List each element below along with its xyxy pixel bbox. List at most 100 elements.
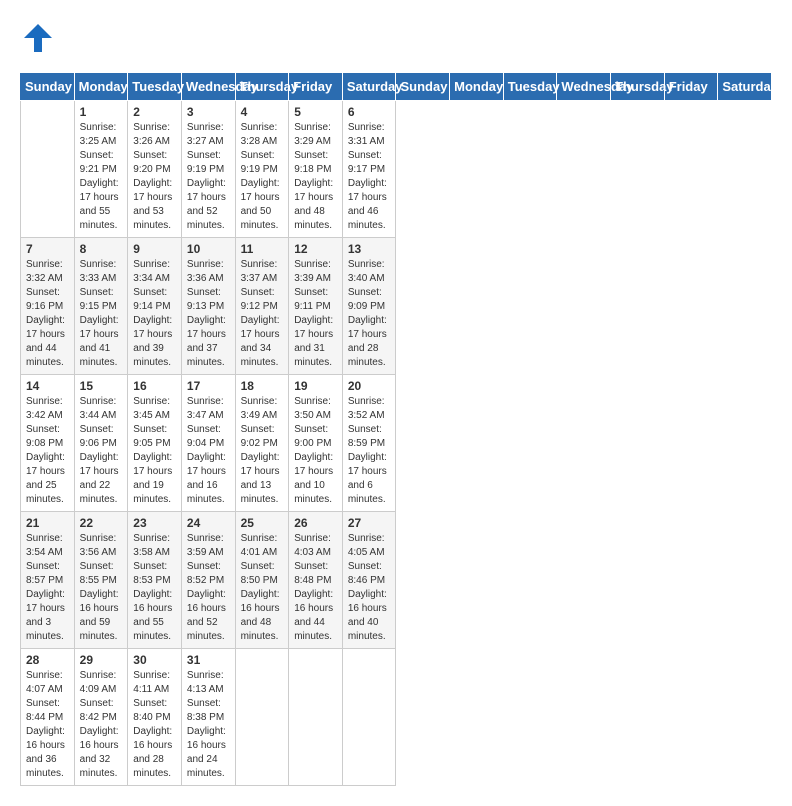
day-number: 12 — [294, 242, 337, 256]
day-number: 4 — [241, 105, 284, 119]
day-info: Sunrise: 3:44 AM Sunset: 9:06 PM Dayligh… — [80, 395, 123, 507]
calendar-cell: 31 Sunrise: 4:13 AM Sunset: 8:38 PM Dayli… — [181, 649, 235, 786]
day-number: 29 — [80, 653, 123, 667]
calendar-cell: 13 Sunrise: 3:40 AM Sunset: 9:09 PM Dayli… — [342, 238, 396, 375]
calendar-cell: 15 Sunrise: 3:44 AM Sunset: 9:06 PM Dayli… — [74, 375, 128, 512]
logo — [20, 20, 62, 56]
calendar-cell: 4 Sunrise: 3:28 AM Sunset: 9:19 PM Daylig… — [235, 101, 289, 238]
day-info: Sunrise: 3:27 AM Sunset: 9:19 PM Dayligh… — [187, 121, 230, 233]
day-info: Sunrise: 3:42 AM Sunset: 9:08 PM Dayligh… — [26, 395, 69, 507]
calendar-cell: 28 Sunrise: 4:07 AM Sunset: 8:44 PM Dayli… — [21, 649, 75, 786]
calendar-cell: 8 Sunrise: 3:33 AM Sunset: 9:15 PM Daylig… — [74, 238, 128, 375]
day-info: Sunrise: 3:49 AM Sunset: 9:02 PM Dayligh… — [241, 395, 284, 507]
day-info: Sunrise: 3:34 AM Sunset: 9:14 PM Dayligh… — [133, 258, 176, 370]
calendar-day-header: Sunday — [21, 73, 75, 101]
day-number: 1 — [80, 105, 123, 119]
calendar-cell — [235, 649, 289, 786]
calendar-day-header: Wednesday — [557, 73, 611, 101]
day-number: 6 — [348, 105, 391, 119]
day-info: Sunrise: 3:47 AM Sunset: 9:04 PM Dayligh… — [187, 395, 230, 507]
calendar-cell: 7Sunrise: 3:32 AM Sunset: 9:16 PM Daylig… — [21, 238, 75, 375]
day-number: 21 — [26, 516, 69, 530]
calendar-cell: 19 Sunrise: 3:50 AM Sunset: 9:00 PM Dayli… — [289, 375, 343, 512]
calendar-header-row: SundayMondayTuesdayWednesdayThursdayFrid… — [21, 73, 772, 101]
calendar-week-row: 7Sunrise: 3:32 AM Sunset: 9:16 PM Daylig… — [21, 238, 772, 375]
day-number: 17 — [187, 379, 230, 393]
day-number: 5 — [294, 105, 337, 119]
calendar-cell: 2Sunrise: 3:26 AM Sunset: 9:20 PM Daylig… — [128, 101, 182, 238]
day-number: 19 — [294, 379, 337, 393]
day-info: Sunrise: 3:37 AM Sunset: 9:12 PM Dayligh… — [241, 258, 284, 370]
day-info: Sunrise: 4:11 AM Sunset: 8:40 PM Dayligh… — [133, 669, 176, 781]
day-number: 8 — [80, 242, 123, 256]
day-info: Sunrise: 4:01 AM Sunset: 8:50 PM Dayligh… — [241, 532, 284, 644]
day-number: 3 — [187, 105, 230, 119]
day-number: 23 — [133, 516, 176, 530]
calendar-cell: 29 Sunrise: 4:09 AM Sunset: 8:42 PM Dayli… — [74, 649, 128, 786]
calendar-cell: 14 Sunrise: 3:42 AM Sunset: 9:08 PM Dayli… — [21, 375, 75, 512]
calendar-cell: 30 Sunrise: 4:11 AM Sunset: 8:40 PM Dayli… — [128, 649, 182, 786]
day-number: 20 — [348, 379, 391, 393]
calendar-day-header: Sunday — [396, 73, 450, 101]
day-info: Sunrise: 3:29 AM Sunset: 9:18 PM Dayligh… — [294, 121, 337, 233]
calendar-cell: 9 Sunrise: 3:34 AM Sunset: 9:14 PM Daylig… — [128, 238, 182, 375]
day-info: Sunrise: 3:33 AM Sunset: 9:15 PM Dayligh… — [80, 258, 123, 370]
calendar-cell — [289, 649, 343, 786]
calendar-week-row: 1 Sunrise: 3:25 AM Sunset: 9:21 PM Daylig… — [21, 101, 772, 238]
calendar-day-header: Tuesday — [128, 73, 182, 101]
day-info: Sunrise: 3:39 AM Sunset: 9:11 PM Dayligh… — [294, 258, 337, 370]
calendar-week-row: 21 Sunrise: 3:54 AM Sunset: 8:57 PM Dayli… — [21, 512, 772, 649]
day-number: 25 — [241, 516, 284, 530]
calendar-day-header: Tuesday — [503, 73, 557, 101]
calendar-cell — [21, 101, 75, 238]
calendar-cell: 12 Sunrise: 3:39 AM Sunset: 9:11 PM Dayli… — [289, 238, 343, 375]
day-info: Sunrise: 3:28 AM Sunset: 9:19 PM Dayligh… — [241, 121, 284, 233]
calendar-day-header: Saturday — [342, 73, 396, 101]
day-info: Sunrise: 3:56 AM Sunset: 8:55 PM Dayligh… — [80, 532, 123, 644]
calendar-day-header: Wednesday — [181, 73, 235, 101]
calendar-table: SundayMondayTuesdayWednesdayThursdayFrid… — [20, 72, 772, 786]
calendar-cell: 5 Sunrise: 3:29 AM Sunset: 9:18 PM Daylig… — [289, 101, 343, 238]
day-number: 28 — [26, 653, 69, 667]
day-info: Sunrise: 3:26 AM Sunset: 9:20 PM Dayligh… — [133, 121, 176, 233]
calendar-cell: 24 Sunrise: 3:59 AM Sunset: 8:52 PM Dayli… — [181, 512, 235, 649]
day-number: 24 — [187, 516, 230, 530]
calendar-week-row: 14 Sunrise: 3:42 AM Sunset: 9:08 PM Dayli… — [21, 375, 772, 512]
calendar-cell: 18Sunrise: 3:49 AM Sunset: 9:02 PM Dayli… — [235, 375, 289, 512]
calendar-day-header: Friday — [664, 73, 718, 101]
logo-icon — [20, 20, 56, 56]
calendar-cell: 1 Sunrise: 3:25 AM Sunset: 9:21 PM Daylig… — [74, 101, 128, 238]
day-number: 31 — [187, 653, 230, 667]
calendar-cell: 25 Sunrise: 4:01 AM Sunset: 8:50 PM Dayli… — [235, 512, 289, 649]
day-info: Sunrise: 4:03 AM Sunset: 8:48 PM Dayligh… — [294, 532, 337, 644]
calendar-cell: 26 Sunrise: 4:03 AM Sunset: 8:48 PM Dayli… — [289, 512, 343, 649]
day-info: Sunrise: 4:07 AM Sunset: 8:44 PM Dayligh… — [26, 669, 69, 781]
day-info: Sunrise: 3:45 AM Sunset: 9:05 PM Dayligh… — [133, 395, 176, 507]
day-info: Sunrise: 4:09 AM Sunset: 8:42 PM Dayligh… — [80, 669, 123, 781]
calendar-day-header: Saturday — [718, 73, 772, 101]
day-info: Sunrise: 3:50 AM Sunset: 9:00 PM Dayligh… — [294, 395, 337, 507]
day-info: Sunrise: 3:54 AM Sunset: 8:57 PM Dayligh… — [26, 532, 69, 644]
day-info: Sunrise: 4:13 AM Sunset: 8:38 PM Dayligh… — [187, 669, 230, 781]
day-number: 15 — [80, 379, 123, 393]
day-info: Sunrise: 3:25 AM Sunset: 9:21 PM Dayligh… — [80, 121, 123, 233]
day-number: 9 — [133, 242, 176, 256]
calendar-day-header: Friday — [289, 73, 343, 101]
calendar-cell: 20 Sunrise: 3:52 AM Sunset: 8:59 PM Dayli… — [342, 375, 396, 512]
calendar-cell: 6Sunrise: 3:31 AM Sunset: 9:17 PM Daylig… — [342, 101, 396, 238]
day-info: Sunrise: 3:52 AM Sunset: 8:59 PM Dayligh… — [348, 395, 391, 507]
calendar-cell: 11Sunrise: 3:37 AM Sunset: 9:12 PM Dayli… — [235, 238, 289, 375]
day-info: Sunrise: 3:58 AM Sunset: 8:53 PM Dayligh… — [133, 532, 176, 644]
calendar-cell: 21 Sunrise: 3:54 AM Sunset: 8:57 PM Dayli… — [21, 512, 75, 649]
day-info: Sunrise: 3:59 AM Sunset: 8:52 PM Dayligh… — [187, 532, 230, 644]
day-number: 22 — [80, 516, 123, 530]
day-number: 26 — [294, 516, 337, 530]
day-number: 14 — [26, 379, 69, 393]
day-number: 30 — [133, 653, 176, 667]
day-number: 10 — [187, 242, 230, 256]
calendar-cell: 10 Sunrise: 3:36 AM Sunset: 9:13 PM Dayli… — [181, 238, 235, 375]
calendar-cell: 16Sunrise: 3:45 AM Sunset: 9:05 PM Dayli… — [128, 375, 182, 512]
day-number: 13 — [348, 242, 391, 256]
day-info: Sunrise: 3:40 AM Sunset: 9:09 PM Dayligh… — [348, 258, 391, 370]
day-info: Sunrise: 3:36 AM Sunset: 9:13 PM Dayligh… — [187, 258, 230, 370]
